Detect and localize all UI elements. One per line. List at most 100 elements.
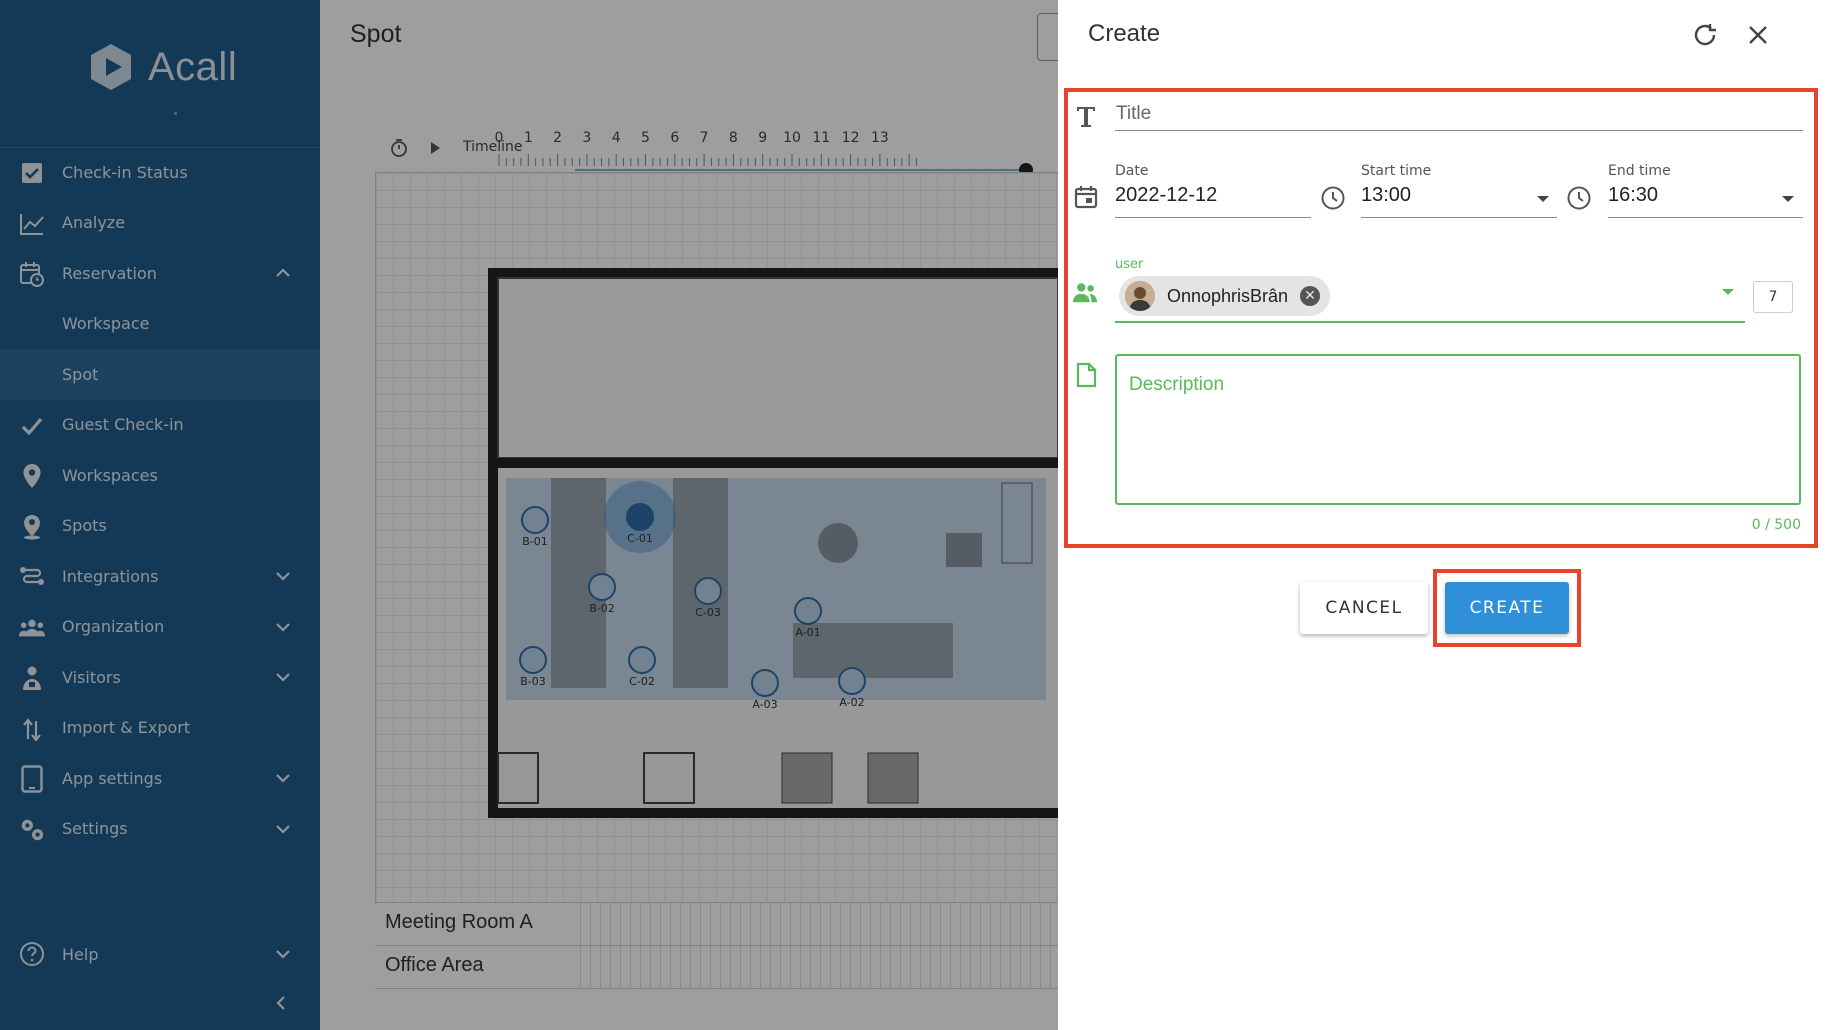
spot-marker[interactable] [626, 503, 654, 531]
spot-label: B-02 [589, 602, 615, 615]
spot-label: A-02 [839, 696, 864, 709]
date-underline [1115, 217, 1311, 218]
sidebar-item-spots[interactable]: Spots [0, 501, 320, 552]
sidebar-item-label: Organization [62, 617, 165, 637]
close-button[interactable] [1743, 20, 1773, 50]
sidebar-item-visitors[interactable]: Visitors [0, 652, 320, 703]
sidebar-item-label: Help [62, 944, 99, 964]
date-field[interactable]: 2022-12-12 [1115, 184, 1217, 207]
user-dropdown-arrow-icon[interactable] [1722, 289, 1734, 295]
logo[interactable]: Acall [86, 42, 237, 92]
timeline-hour-label: 11 [812, 130, 831, 146]
timeline-hour-label: 13 [870, 130, 889, 146]
timeline-hour-label: 8 [728, 130, 738, 146]
spot-marker[interactable] [628, 646, 656, 674]
timeline-bar: Timeline 0 1 2 3 4 5 6 7 8 9 10 11 12 13 [320, 128, 1058, 176]
panel-title: Create [1088, 20, 1161, 47]
create-panel: Create Date 2022-12-12 Start time 13:00 … [1058, 0, 1826, 1030]
timeline-hour-label: 10 [783, 130, 801, 146]
sidebar-item-workspace[interactable]: Workspace [0, 299, 320, 350]
timeline-hour-label: 6 [670, 130, 680, 146]
title-icon [1077, 107, 1095, 127]
checkbox-icon [19, 160, 45, 186]
floor-plan: B-01 C-01 B-02 C-03 A-01 B-03 C-02 A-03 A-02 [488, 268, 1058, 818]
chevron-down-icon [276, 622, 290, 632]
sidebar-item-label: Integrations [62, 566, 159, 586]
create-button[interactable]: CREATE [1445, 582, 1569, 634]
spot-marker[interactable] [521, 506, 549, 534]
spot-marker[interactable] [751, 669, 779, 697]
logo-dot [174, 112, 177, 115]
toolbar-button[interactable] [1037, 13, 1058, 61]
refresh-button[interactable] [1690, 20, 1720, 50]
spot-marker[interactable] [794, 597, 822, 625]
sidebar-item-label: Guest Check-in [62, 415, 184, 435]
sidebar-item-reservation[interactable]: Reservation [0, 248, 320, 299]
sidebar-item-organization[interactable]: Organization [0, 602, 320, 653]
sidebar-item-settings[interactable]: Settings [0, 804, 320, 855]
spot-marker[interactable] [519, 646, 547, 674]
sidebar-item-check-in-status[interactable]: Check-in Status [0, 147, 320, 198]
end-time-underline [1608, 217, 1803, 218]
sidebar-item-app-settings[interactable]: App settings [0, 753, 320, 804]
refresh-icon [1694, 24, 1716, 46]
dropdown-arrow-icon[interactable] [1782, 196, 1794, 202]
sidebar-item-analyze[interactable]: Analyze [0, 198, 320, 249]
user-count-badge: 7 [1753, 281, 1793, 313]
chevron-down-icon [276, 673, 290, 682]
timeline-hour-label: 12 [841, 130, 860, 146]
end-time-field[interactable]: 16:30 [1608, 184, 1658, 207]
chevron-down-icon [276, 824, 290, 834]
sidebar-item-label: Visitors [62, 667, 121, 687]
spot-label: B-03 [520, 675, 546, 688]
map-pin-icon [19, 463, 45, 489]
spot-label: C-03 [695, 606, 721, 619]
tablet-icon [19, 765, 45, 793]
people-icon [19, 615, 45, 641]
spot-marker[interactable] [588, 573, 616, 601]
sidebar-item-label: Workspace [62, 314, 150, 334]
spot-label: A-03 [752, 698, 777, 711]
start-time-field[interactable]: 13:00 [1361, 184, 1411, 207]
visitor-icon [19, 665, 45, 691]
remove-user-icon[interactable]: ✕ [1300, 286, 1320, 306]
page-title: Spot [350, 20, 402, 48]
user-chip-name: OnnophrisBrân [1167, 285, 1289, 306]
sidebar-item-guest-check-in[interactable]: Guest Check-in [0, 400, 320, 451]
acall-logo-icon [91, 44, 131, 90]
cancel-button[interactable]: CANCEL [1300, 582, 1428, 634]
sidebar-item-label: Analyze [62, 213, 126, 233]
sidebar-item-workspaces[interactable]: Workspaces [0, 450, 320, 501]
sidebar-item-label: App settings [62, 768, 163, 788]
logo-text: Acall [148, 44, 238, 89]
sidebar-nav: Check-in Status Analyze Reservation Work… [0, 147, 320, 854]
spot-label: B-01 [522, 535, 548, 548]
timeline-hour-label: 4 [611, 130, 621, 146]
sidebar-item-integrations[interactable]: Integrations [0, 551, 320, 602]
spot-marker[interactable] [838, 667, 866, 695]
chevron-down-icon [276, 950, 290, 959]
sidebar-item-label: Spots [62, 516, 107, 536]
spot-marker[interactable] [694, 577, 722, 605]
timeline-hour-label: 3 [582, 130, 592, 146]
sidebar: Acall Check-in Status Analyze Reservatio… [0, 0, 320, 1030]
spot-label: C-01 [627, 532, 653, 545]
dropdown-arrow-icon[interactable] [1537, 196, 1549, 202]
sidebar-item-help[interactable]: Help [0, 929, 320, 979]
description-input[interactable] [1115, 354, 1801, 505]
timeline-hour-label: 0 [494, 130, 504, 146]
timeline-hour-label: 2 [553, 130, 563, 146]
sidebar-item-import-export[interactable]: Import & Export [0, 703, 320, 754]
chevron-up-icon [276, 268, 290, 277]
timeline-hour-label: 7 [699, 130, 709, 146]
chevron-down-icon [276, 572, 290, 581]
avatar [1125, 281, 1155, 311]
user-chip[interactable]: OnnophrisBrân ✕ [1119, 276, 1330, 316]
import-export-icon [19, 716, 45, 742]
spot-label: C-02 [629, 675, 655, 688]
title-underline [1115, 130, 1803, 131]
room-label: Meeting Room A [385, 911, 533, 933]
title-input[interactable] [1116, 98, 1800, 130]
sidebar-item-spot[interactable]: Spot [0, 349, 320, 400]
collapse-sidebar-icon[interactable] [272, 994, 290, 1012]
